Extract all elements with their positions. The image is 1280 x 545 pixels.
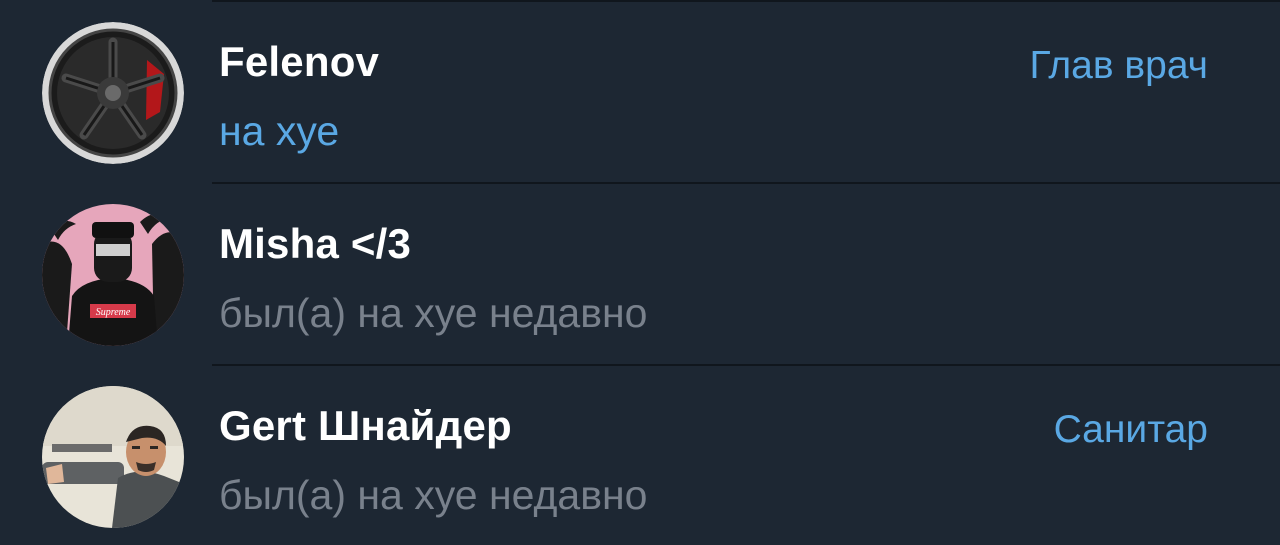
member-row-gert[interactable]: Gert Шнайдер был(а) на хуе недавно Санит… bbox=[0, 366, 1280, 545]
photo-man-avatar bbox=[42, 386, 184, 528]
member-role-badge: Глав врач bbox=[1029, 44, 1209, 87]
member-status: был(а) на хуе недавно bbox=[219, 290, 648, 336]
member-status: был(а) на хуе недавно bbox=[219, 472, 648, 518]
member-row-felenov[interactable]: Felenov на хуе Глав врач bbox=[0, 2, 1280, 184]
member-row-misha[interactable]: Supreme Misha </3 был(а) на хуе недавно bbox=[0, 184, 1280, 366]
member-role-badge: Санитар bbox=[1053, 408, 1208, 451]
avatar-logo-text: Supreme bbox=[96, 307, 131, 318]
wheel-rim-avatar bbox=[42, 22, 184, 164]
avatar[interactable]: Supreme bbox=[42, 204, 184, 346]
member-status: на хуе bbox=[219, 108, 340, 154]
supreme-palms-avatar: Supreme bbox=[42, 204, 184, 346]
member-list: Felenov на хуе Глав врач Supreme Misha <… bbox=[0, 0, 1280, 545]
member-name: Misha </3 bbox=[219, 220, 412, 267]
member-name: Felenov bbox=[219, 38, 380, 85]
avatar[interactable] bbox=[42, 22, 184, 164]
member-name: Gert Шнайдер bbox=[219, 402, 512, 449]
avatar[interactable] bbox=[42, 386, 184, 528]
